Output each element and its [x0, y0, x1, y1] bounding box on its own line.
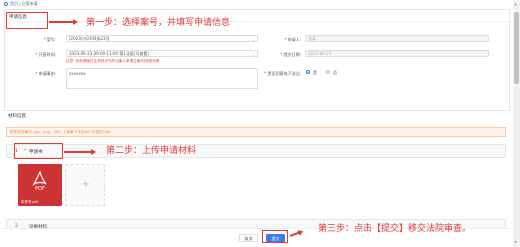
file-name: 申请书.pdf: [21, 200, 38, 204]
submit-time-label: * 提交日期:: [280, 52, 301, 57]
file-type-label: PDF: [35, 186, 45, 192]
reason-textarea[interactable]: xxxxxxx: [66, 68, 258, 89]
agree-yes-radio[interactable]: [306, 70, 310, 74]
submit-time-field[interactable]: 2023-06-23: [305, 50, 489, 57]
case-no-select[interactable]: (2023)川0193执23号 ⌄: [66, 35, 258, 42]
home-icon: [4, 2, 8, 6]
cancel-button[interactable]: 取消: [239, 234, 258, 242]
chevron-down-icon: ⌄: [251, 52, 255, 57]
case-no-value: (2023)川0193执23号: [69, 36, 110, 41]
case-no-label: * 案号:: [43, 37, 56, 42]
scroll-up-icon[interactable]: ▲: [515, 2, 517, 6]
applicant-label: * 申请人:: [284, 37, 301, 42]
warning-text: 注意: 仅申请案件生效判决书的当事人申请立案/时效前申请: [66, 59, 160, 63]
plus-icon: +: [81, 179, 91, 190]
annotation-box-step2: [14, 143, 63, 159]
annotation-step1: 第一步：选择案号，并填写申请信息: [86, 18, 231, 28]
uploaded-pdf-card[interactable]: PDF 申请书.pdf: [18, 164, 62, 206]
annotation-step2: 第二步：上传申请材料: [106, 146, 197, 156]
add-file-button[interactable]: +: [65, 164, 105, 206]
breadcrumb-current: 立案申请: [21, 1, 38, 6]
agree-label: * 是否同意电子送达:: [264, 71, 301, 76]
exec-time-value: 2023-06-23 09:00-11:00 第1法庭(可查看): [69, 51, 149, 56]
agree-no-label: 否: [333, 70, 337, 75]
annotation-box-step3: [262, 230, 288, 243]
agree-no-radio[interactable]: [326, 70, 330, 74]
breadcrumb-separator: /: [19, 1, 21, 7]
breadcrumb: 首页 / 立案申请: [4, 1, 37, 7]
annotation-arrow-step1: [49, 19, 78, 24]
scrollbar-thumb[interactable]: [514, 12, 519, 84]
vertical-scrollbar[interactable]: ▲ ▼: [513, 0, 520, 247]
agree-yes-label: 是: [313, 70, 317, 75]
scroll-down-icon[interactable]: ▼: [515, 240, 517, 244]
reason-label: * 申请事由:: [35, 71, 56, 76]
exec-time-select[interactable]: 2023-06-23 09:00-11:00 第1法庭(可查看) ⌄: [66, 50, 258, 57]
apply-info-header: 申请信息: [5, 10, 511, 22]
upload-tip-bar: 附件支持格式: jpg、png、PDF; 上传单个文件大小不超过10M: [6, 127, 506, 137]
exec-time-label: * 开庭时间:: [35, 52, 56, 57]
breadcrumb-home[interactable]: 首页: [10, 1, 18, 7]
annotation-arrow-step2: [64, 149, 96, 154]
applicant-field[interactable]: 张某: [305, 35, 489, 42]
annotation-step3: 第三步：点击【提交】移交法院审查。: [318, 224, 472, 234]
annotation-box-step1: [6, 12, 48, 29]
chevron-down-icon: ⌄: [251, 37, 255, 42]
material-section-title: 材料信息: [8, 114, 26, 119]
